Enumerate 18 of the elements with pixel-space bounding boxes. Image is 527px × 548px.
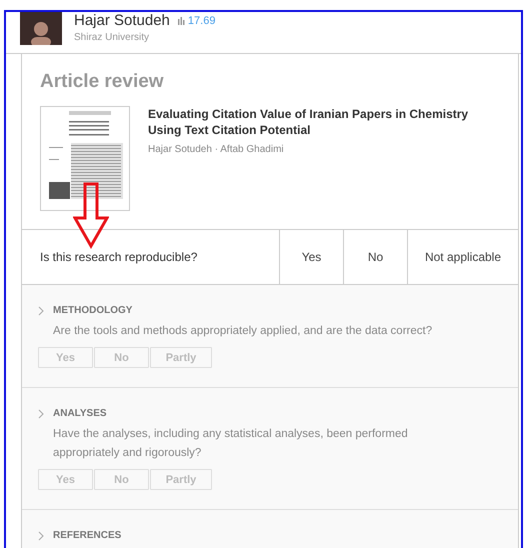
bar-chart-icon bbox=[178, 17, 185, 25]
down-arrow-drawing bbox=[73, 182, 109, 250]
chevron-icon[interactable] bbox=[38, 530, 44, 540]
article-title[interactable]: Evaluating Citation Value of Iranian Papers in Chemistry Using Text Citation Potential bbox=[148, 106, 500, 138]
reproducibility-question: Is this research reproducible? bbox=[39, 249, 198, 266]
chevron-icon[interactable] bbox=[38, 408, 44, 418]
affiliation: Shiraz University bbox=[74, 32, 150, 43]
article-authors: Hajar Sotudeh · Aftab Ghadimi bbox=[148, 144, 285, 155]
section-question: Have the analyses, including any statistical analyses, been performed appropriately and rigorously? bbox=[53, 427, 409, 461]
author-name[interactable]: Hajar Sotudeh bbox=[74, 13, 170, 29]
section-title[interactable]: REFERENCES bbox=[53, 530, 122, 541]
section-title[interactable]: METHODOLOGY bbox=[53, 305, 132, 316]
review-heading: Article review bbox=[39, 70, 165, 93]
score-value: 17.69 bbox=[188, 15, 216, 27]
section-question: Are the tools and methods appropriately applied, and are the data correct? bbox=[53, 324, 434, 339]
chevron-icon[interactable] bbox=[38, 306, 44, 316]
section-title[interactable]: ANALYSES bbox=[53, 408, 107, 419]
avatar-placeholder bbox=[20, 12, 62, 45]
